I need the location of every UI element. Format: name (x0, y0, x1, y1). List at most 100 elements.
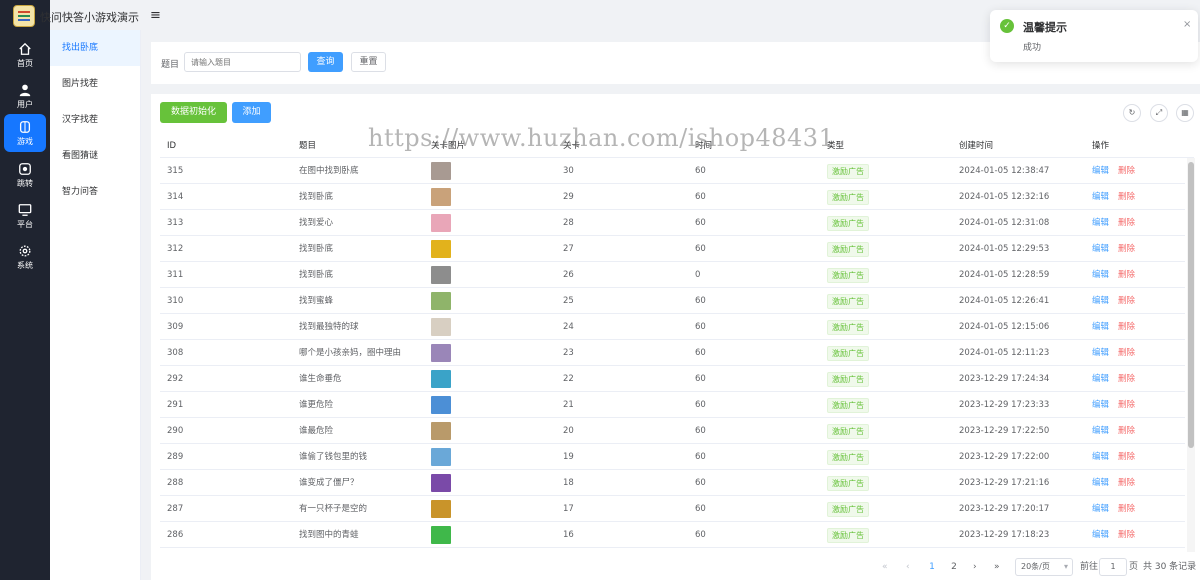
level-thumbnail[interactable] (431, 292, 451, 310)
type-tag: 激励广告 (827, 346, 869, 361)
level-thumbnail[interactable] (431, 526, 451, 544)
cell-time: 60 (695, 400, 706, 410)
submenu-item-picture-diff[interactable]: 图片找茬 (50, 66, 140, 102)
cell-created: 2023-12-29 17:22:00 (959, 452, 1050, 462)
submenu-item-find-spy[interactable]: 找出卧底 (50, 30, 140, 66)
rail-item-system[interactable]: 系统 (0, 238, 50, 276)
cell-level: 20 (563, 426, 574, 436)
edit-link[interactable]: 编辑 (1092, 184, 1109, 210)
cell-level: 30 (563, 166, 574, 176)
rail-item-home[interactable]: 首页 (0, 36, 50, 74)
goto-page-input[interactable]: 1 (1099, 558, 1127, 576)
edit-link[interactable]: 编辑 (1092, 158, 1109, 184)
rail-item-platform[interactable]: 平台 (0, 197, 50, 235)
edit-link[interactable]: 编辑 (1092, 210, 1109, 236)
edit-link[interactable]: 编辑 (1092, 496, 1109, 522)
cell-time: 60 (695, 296, 706, 306)
rail-item-user[interactable]: 用户 (0, 77, 50, 115)
edit-link[interactable]: 编辑 (1092, 522, 1109, 548)
page-size-select[interactable]: 20条/页 ▾ (1015, 558, 1073, 576)
query-button[interactable]: 查询 (308, 52, 343, 72)
level-thumbnail[interactable] (431, 344, 451, 362)
reset-button[interactable]: 重置 (351, 52, 386, 72)
level-thumbnail[interactable] (431, 448, 451, 466)
submenu-item-quiz[interactable]: 智力问答 (50, 174, 140, 210)
prev-page-button[interactable]: ‹ (906, 558, 910, 576)
delete-link[interactable]: 删除 (1118, 366, 1135, 392)
level-thumbnail[interactable] (431, 396, 451, 414)
search-input[interactable] (184, 52, 301, 72)
edit-link[interactable]: 编辑 (1092, 392, 1109, 418)
edit-link[interactable]: 编辑 (1092, 262, 1109, 288)
delete-link[interactable]: 删除 (1118, 184, 1135, 210)
rail-item-jump[interactable]: 跳转 (0, 156, 50, 194)
cell-level: 23 (563, 348, 574, 358)
cell-time: 60 (695, 452, 706, 462)
delete-link[interactable]: 删除 (1118, 210, 1135, 236)
scrollbar-thumb[interactable] (1188, 162, 1194, 448)
delete-link[interactable]: 删除 (1118, 392, 1135, 418)
submenu-item-picture-riddle[interactable]: 看图猜谜 (50, 138, 140, 174)
edit-link[interactable]: 编辑 (1092, 236, 1109, 262)
first-page-button[interactable]: « (882, 558, 888, 576)
add-button[interactable]: 添加 (232, 102, 271, 123)
columns-icon[interactable]: ▦ (1176, 104, 1194, 122)
level-thumbnail[interactable] (431, 500, 451, 518)
cell-time: 60 (695, 192, 706, 202)
delete-link[interactable]: 删除 (1118, 444, 1135, 470)
edit-link[interactable]: 编辑 (1092, 444, 1109, 470)
edit-link[interactable]: 编辑 (1092, 366, 1109, 392)
level-thumbnail[interactable] (431, 474, 451, 492)
column-header-time: 时间 (695, 141, 713, 151)
level-thumbnail[interactable] (431, 266, 451, 284)
column-header-type: 类型 (827, 141, 845, 151)
rail-item-game[interactable]: 游戏 (4, 114, 46, 152)
data-init-button[interactable]: 数据初始化 (160, 102, 227, 123)
fullscreen-icon[interactable]: ⤢ (1150, 104, 1168, 122)
delete-link[interactable]: 删除 (1118, 496, 1135, 522)
edit-link[interactable]: 编辑 (1092, 288, 1109, 314)
level-thumbnail[interactable] (431, 370, 451, 388)
cell-title: 哪个是小孩亲妈，圈中理由 (299, 348, 402, 358)
success-icon: ✓ (1000, 19, 1014, 33)
page-number[interactable]: 1 (924, 558, 940, 576)
delete-link[interactable]: 删除 (1118, 236, 1135, 262)
delete-link[interactable]: 删除 (1118, 470, 1135, 496)
next-page-button[interactable]: › (973, 558, 977, 576)
cell-time: 60 (695, 322, 706, 332)
cell-id: 288 (167, 478, 184, 488)
level-thumbnail[interactable] (431, 188, 451, 206)
page-number[interactable]: 2 (946, 558, 962, 576)
column-header-title: 题目 (299, 141, 317, 151)
delete-link[interactable]: 删除 (1118, 418, 1135, 444)
column-header-image: 关卡图片 (431, 141, 466, 151)
level-thumbnail[interactable] (431, 214, 451, 232)
edit-link[interactable]: 编辑 (1092, 470, 1109, 496)
delete-link[interactable]: 删除 (1118, 522, 1135, 548)
table-scrollbar[interactable] (1187, 158, 1195, 552)
last-page-button[interactable]: » (994, 558, 1000, 576)
edit-link[interactable]: 编辑 (1092, 314, 1109, 340)
level-thumbnail[interactable] (431, 318, 451, 336)
total-records: 共 30 条记录 (1143, 562, 1197, 572)
cell-id: 310 (167, 296, 184, 306)
cell-created: 2024-01-05 12:26:41 (959, 296, 1050, 306)
delete-link[interactable]: 删除 (1118, 288, 1135, 314)
refresh-icon[interactable]: ↻ (1123, 104, 1141, 122)
close-icon[interactable]: × (1183, 19, 1191, 30)
level-thumbnail[interactable] (431, 240, 451, 258)
delete-link[interactable]: 删除 (1118, 314, 1135, 340)
level-thumbnail[interactable] (431, 162, 451, 180)
delete-link[interactable]: 删除 (1118, 158, 1135, 184)
hamburger-icon[interactable]: ≡ (150, 8, 161, 23)
jump-icon (19, 163, 31, 175)
gear-icon (19, 245, 31, 257)
edit-link[interactable]: 编辑 (1092, 340, 1109, 366)
edit-link[interactable]: 编辑 (1092, 418, 1109, 444)
submenu-item-char-diff[interactable]: 汉字找茬 (50, 102, 140, 138)
cell-time: 60 (695, 218, 706, 228)
delete-link[interactable]: 删除 (1118, 340, 1135, 366)
table-row: 311 找到卧底 26 0 激励广告 2024-01-05 12:28:59 编辑 删除 (160, 262, 1185, 288)
delete-link[interactable]: 删除 (1118, 262, 1135, 288)
level-thumbnail[interactable] (431, 422, 451, 440)
